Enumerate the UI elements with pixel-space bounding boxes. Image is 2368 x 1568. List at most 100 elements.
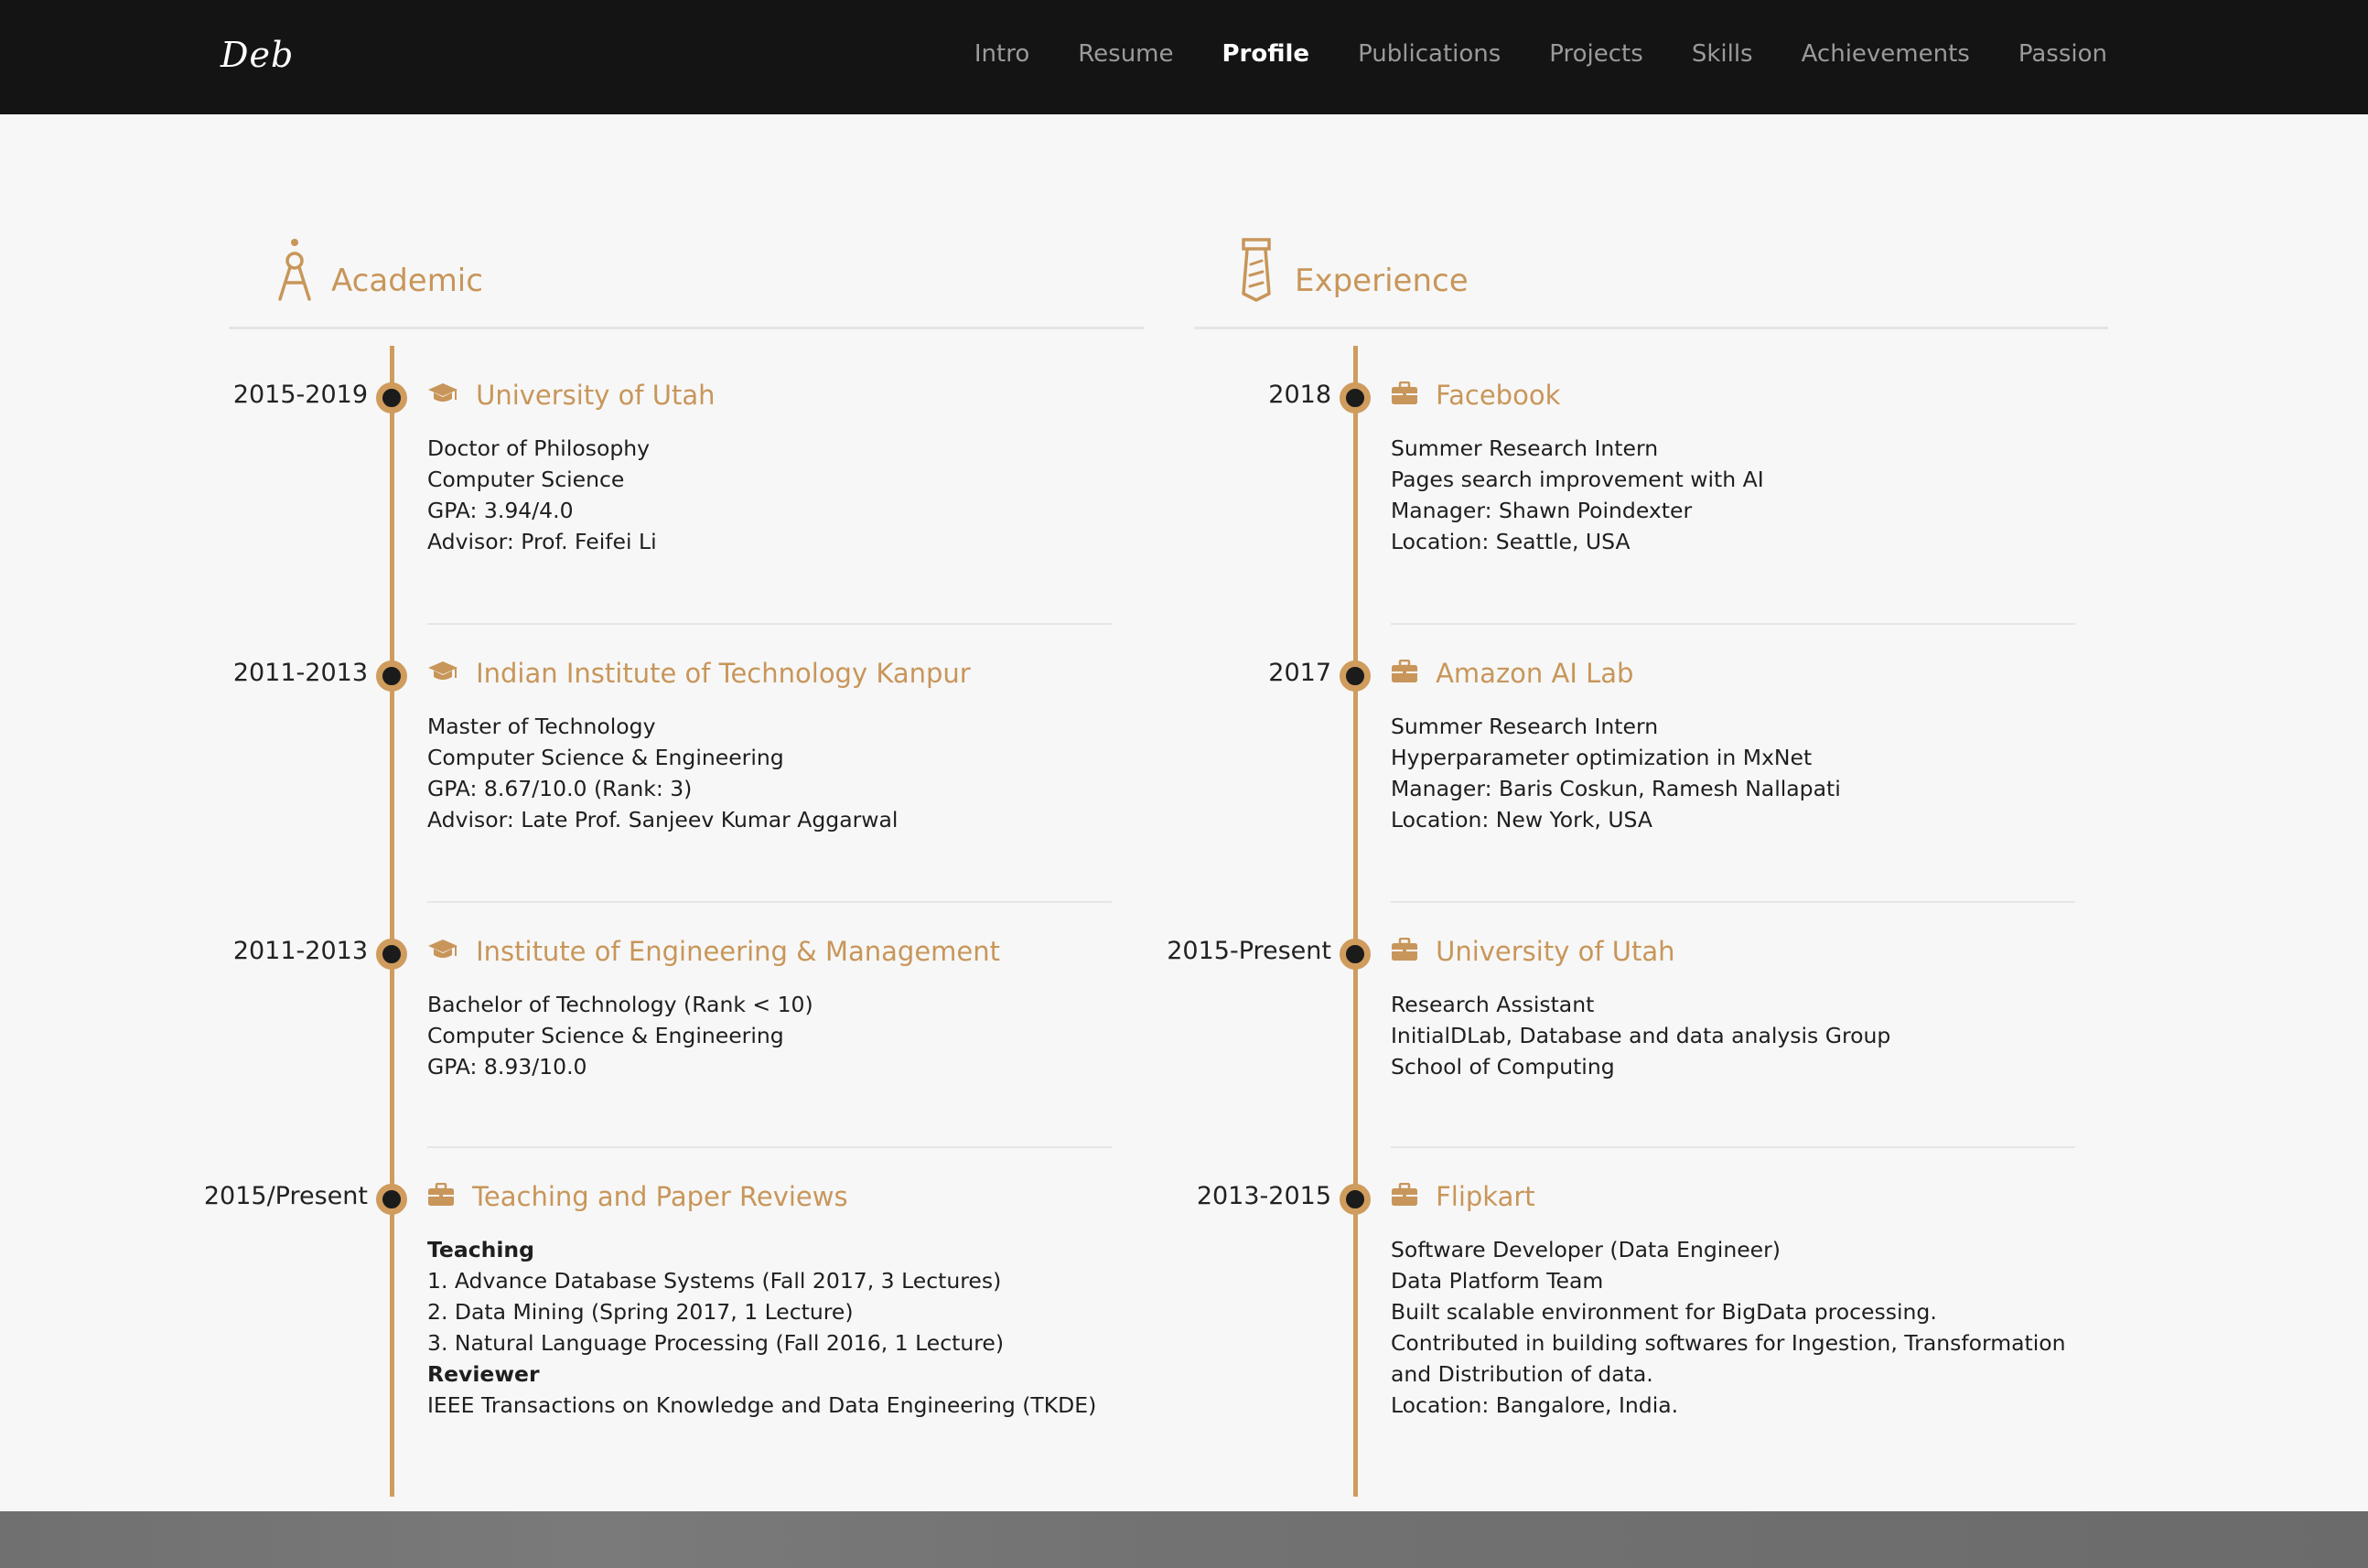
briefcase-icon bbox=[1391, 937, 1418, 965]
academic-timeline-line bbox=[390, 346, 394, 1497]
entry-line: Data Platform Team bbox=[1391, 1268, 1604, 1294]
experience-timeline-line bbox=[1353, 346, 1358, 1497]
timeline-dot bbox=[1340, 1184, 1371, 1215]
entry-line: 1. Advance Database Systems (Fall 2017, … bbox=[427, 1268, 1002, 1294]
entry-title-row: Flipkart bbox=[1391, 1181, 1535, 1212]
entry-title-row: Institute of Engineering & Management bbox=[427, 936, 1000, 967]
briefcase-icon bbox=[1391, 381, 1418, 409]
entry-line: IEEE Transactions on Knowledge and Data … bbox=[427, 1392, 1097, 1418]
briefcase-icon bbox=[427, 1182, 455, 1210]
nav-item-publications[interactable]: Publications bbox=[1358, 40, 1501, 68]
top-navbar: Deb Intro Resume Profile Publications Pr… bbox=[0, 0, 2368, 114]
entry-line: Hyperparameter optimization in MxNet bbox=[1391, 745, 1813, 770]
entry-line: Location: Seattle, USA bbox=[1391, 529, 1631, 554]
entry-title-row: University of Utah bbox=[1391, 936, 1675, 967]
entry-line: Bachelor of Technology (Rank < 10) bbox=[427, 992, 813, 1017]
entry-title[interactable]: Flipkart bbox=[1436, 1181, 1535, 1212]
entry-title-row: University of Utah bbox=[427, 380, 716, 411]
timeline-dot bbox=[1340, 939, 1371, 970]
timeline-dot bbox=[376, 660, 407, 692]
brand-logo[interactable]: Deb bbox=[221, 35, 294, 75]
entry-title[interactable]: University of Utah bbox=[1436, 936, 1674, 967]
entry-date: 2015-2019 bbox=[232, 381, 368, 409]
entry-line: Master of Technology bbox=[427, 714, 656, 739]
timeline-dot bbox=[376, 1184, 407, 1215]
entry-line: 3. Natural Language Processing (Fall 201… bbox=[427, 1330, 1005, 1356]
entry-date: 2011-2013 bbox=[232, 937, 368, 965]
entry-title[interactable]: University of Utah bbox=[476, 380, 715, 411]
entry-line: Advisor: Late Prof. Sanjeev Kumar Aggarw… bbox=[427, 807, 899, 832]
graduation-cap-icon bbox=[427, 660, 458, 687]
nav-item-projects[interactable]: Projects bbox=[1549, 40, 1643, 68]
entry-line: GPA: 8.93/10.0 bbox=[427, 1054, 587, 1079]
entry-line: Computer Science & Engineering bbox=[427, 1023, 784, 1048]
entry-details: Teaching 1. Advance Database Systems (Fa… bbox=[427, 1234, 1096, 1421]
entry-divider bbox=[1391, 901, 2075, 903]
nav-item-skills[interactable]: Skills bbox=[1692, 40, 1753, 68]
timeline-dot bbox=[376, 382, 407, 413]
graduation-cap-icon bbox=[427, 938, 458, 965]
briefcase-icon bbox=[1391, 659, 1418, 687]
entry-subheading: Reviewer bbox=[427, 1361, 540, 1387]
entry-details: Summer Research Intern Pages search impr… bbox=[1391, 433, 1764, 557]
entry-title[interactable]: Institute of Engineering & Management bbox=[476, 936, 1000, 967]
timeline-dot bbox=[1340, 660, 1371, 692]
entry-details: Software Developer (Data Engineer) Data … bbox=[1391, 1234, 2066, 1421]
entry-line: Location: New York, USA bbox=[1391, 807, 1652, 832]
nav-menu: Intro Resume Profile Publications Projec… bbox=[926, 40, 2107, 68]
entry-divider bbox=[427, 623, 1112, 625]
entry-line: Manager: Shawn Poindexter bbox=[1391, 498, 1693, 523]
entry-line: Computer Science bbox=[427, 467, 625, 492]
entry-line: Built scalable environment for BigData p… bbox=[1391, 1299, 1937, 1325]
entry-divider bbox=[427, 901, 1112, 903]
entry-line: InitialDLab, Database and data analysis … bbox=[1391, 1023, 1891, 1048]
entry-line: Research Assistant bbox=[1391, 992, 1595, 1017]
briefcase-icon bbox=[1391, 1182, 1418, 1210]
entry-details: Master of Technology Computer Science & … bbox=[427, 711, 898, 835]
entry-date: 2017 bbox=[1268, 659, 1331, 687]
entry-title-row: Teaching and Paper Reviews bbox=[427, 1181, 848, 1212]
entry-title[interactable]: Indian Institute of Technology Kanpur bbox=[476, 658, 971, 689]
nav-item-achievements[interactable]: Achievements bbox=[1802, 40, 1970, 68]
timeline-dot bbox=[376, 939, 407, 970]
next-section-banner bbox=[0, 1511, 2368, 1568]
experience-divider bbox=[1194, 327, 2108, 329]
entry-details: Summer Research Intern Hyperparameter op… bbox=[1391, 711, 1841, 835]
entry-line: Contributed in building softwares for In… bbox=[1391, 1330, 2066, 1356]
entry-line: GPA: 3.94/4.0 bbox=[427, 498, 574, 523]
entry-title[interactable]: Amazon AI Lab bbox=[1436, 658, 1633, 689]
entry-line: GPA: 8.67/10.0 (Rank: 3) bbox=[427, 776, 693, 801]
entry-line: 2. Data Mining (Spring 2017, 1 Lecture) bbox=[427, 1299, 854, 1325]
entry-date: 2013-2015 bbox=[1196, 1182, 1331, 1210]
compass-drafting-icon bbox=[274, 237, 315, 306]
entry-details: Bachelor of Technology (Rank < 10) Compu… bbox=[427, 989, 813, 1082]
experience-section-title: Experience bbox=[1295, 263, 1469, 299]
entry-title[interactable]: Teaching and Paper Reviews bbox=[472, 1181, 848, 1212]
academic-section-title: Academic bbox=[331, 263, 483, 299]
entry-line: School of Computing bbox=[1391, 1054, 1615, 1079]
entry-line: Computer Science & Engineering bbox=[427, 745, 784, 770]
entry-line: Software Developer (Data Engineer) bbox=[1391, 1237, 1781, 1262]
entry-title-row: Amazon AI Lab bbox=[1391, 658, 1633, 689]
entry-line: Pages search improvement with AI bbox=[1391, 467, 1764, 492]
entry-line: Summer Research Intern bbox=[1391, 435, 1659, 461]
nav-item-intro[interactable]: Intro bbox=[974, 40, 1029, 68]
entry-divider bbox=[1391, 623, 2075, 625]
nav-item-resume[interactable]: Resume bbox=[1078, 40, 1173, 68]
entry-date: 2015/Present bbox=[203, 1182, 368, 1210]
entry-line: and Distribution of data. bbox=[1391, 1361, 1653, 1387]
entry-date: 2011-2013 bbox=[232, 659, 368, 687]
academic-divider bbox=[229, 327, 1144, 329]
nav-item-passion[interactable]: Passion bbox=[2018, 40, 2107, 68]
graduation-cap-icon bbox=[427, 381, 458, 409]
entry-date: 2015-Present bbox=[1167, 937, 1331, 965]
entry-title[interactable]: Facebook bbox=[1436, 380, 1560, 411]
timeline-dot bbox=[1340, 382, 1371, 413]
entry-line: Advisor: Prof. Feifei Li bbox=[427, 529, 657, 554]
entry-line: Location: Bangalore, India. bbox=[1391, 1392, 1679, 1418]
entry-subheading: Teaching bbox=[427, 1237, 534, 1262]
entry-line: Summer Research Intern bbox=[1391, 714, 1659, 739]
entry-details: Research Assistant InitialDLab, Database… bbox=[1391, 989, 1890, 1082]
entry-title-row: Facebook bbox=[1391, 380, 1560, 411]
nav-item-profile[interactable]: Profile bbox=[1222, 40, 1310, 68]
